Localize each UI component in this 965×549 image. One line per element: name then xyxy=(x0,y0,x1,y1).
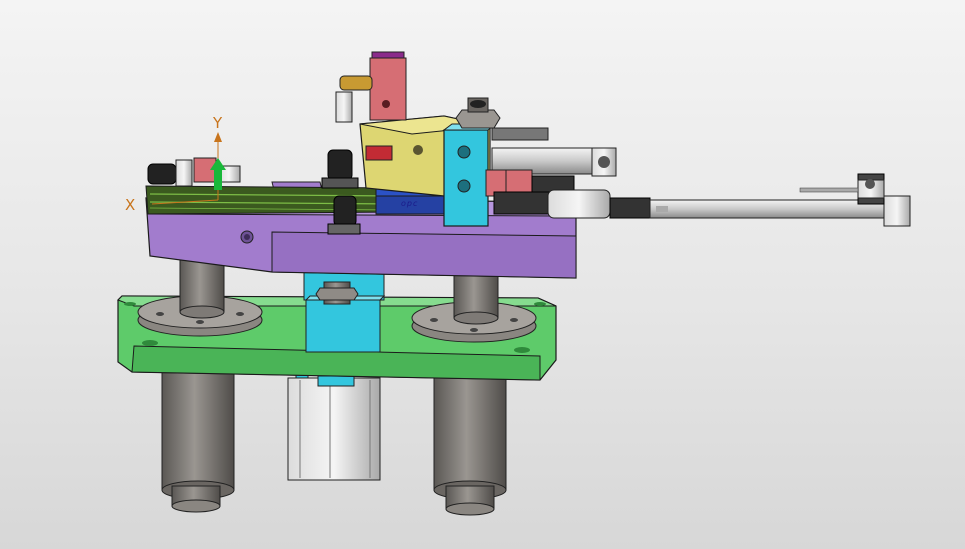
top-nut[interactable] xyxy=(455,97,501,129)
center-fitting-upper[interactable] xyxy=(321,149,359,189)
part-marking: opc xyxy=(401,199,419,208)
triad-x-label: X xyxy=(125,196,136,214)
lift-cylinder[interactable] xyxy=(287,371,381,481)
lower-leg-right[interactable] xyxy=(433,371,507,516)
lower-leg-left[interactable] xyxy=(161,371,235,513)
triad-y-label: Y xyxy=(213,114,223,132)
solenoid-valve[interactable] xyxy=(335,51,407,123)
slide-rail[interactable] xyxy=(145,185,403,215)
machine-assembly-model[interactable] xyxy=(0,0,965,549)
upper-push-cylinder[interactable] xyxy=(485,127,617,197)
cad-viewport[interactable]: Y X opc xyxy=(0,0,965,549)
left-fitting[interactable] xyxy=(147,157,241,187)
